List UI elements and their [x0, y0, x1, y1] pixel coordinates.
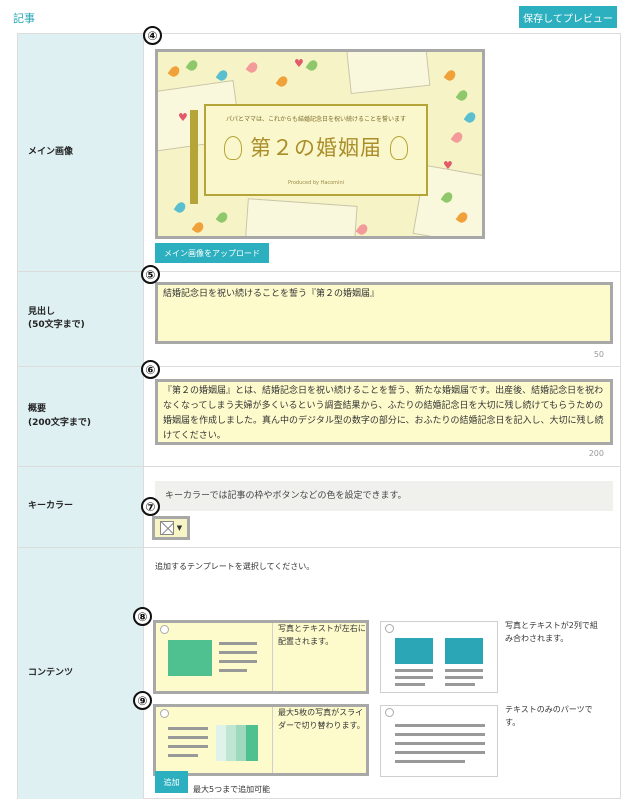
summary-row: 概要 (200文字まで) ⑥ 『第２の婚姻届』とは、結婚記念日を祝い続けることを…: [18, 360, 620, 467]
marker-8: ⑧: [133, 607, 152, 626]
add-content-button[interactable]: 追加: [155, 771, 188, 793]
summary-label: 概要 (200文字まで): [18, 367, 144, 466]
chevron-down-icon: ▼: [176, 524, 183, 532]
leaf-decoration: [245, 60, 260, 75]
slider-frame-icon: [246, 725, 258, 761]
add-limit-note: 最大5つまで追加可能: [193, 785, 271, 794]
photo-placeholder-icon: [445, 638, 483, 664]
template-radio[interactable]: [385, 624, 394, 633]
leaf-decoration: [275, 74, 290, 89]
marker-6: ⑥: [141, 360, 160, 379]
photo-placeholder-icon: [168, 640, 212, 676]
leaf-decoration: [443, 68, 458, 83]
text-line-icon: [219, 669, 247, 672]
summary-char-counter: 200: [588, 449, 604, 458]
text-line-icon: [219, 660, 257, 663]
slider-frame-icon: [236, 725, 246, 761]
leaf-decoration: [215, 210, 230, 225]
text-line-icon: [445, 683, 475, 686]
heart-decoration: ♥: [443, 159, 453, 172]
slider-frame-icon: [216, 725, 226, 761]
text-line-icon: [395, 724, 485, 727]
template-photo-slider[interactable]: 最大5枚の写真がスライダーで切り替わります。: [153, 704, 369, 776]
headline-char-counter: 50: [593, 350, 604, 359]
article-form: メイン画像 ④ ♥ ♥ ♥ パパとママは、これからも結婚記念日を祝い続けることを…: [17, 26, 621, 799]
leaf-decoration: [305, 58, 320, 73]
template-divider: [272, 623, 273, 691]
headline-row: 見出し (50文字まで) ⑤ 結婚記念日を祝い続けることを誓う『第２の婚姻届』 …: [18, 265, 620, 367]
leaf-decoration: [463, 110, 478, 125]
marker-5: ⑤: [141, 265, 160, 284]
text-line-icon: [168, 736, 208, 739]
text-line-icon: [219, 642, 257, 645]
text-line-icon: [395, 751, 485, 754]
key-color-label: キーカラー: [18, 467, 144, 547]
template-description: 写真とテキストが2列で組み合わされます。: [505, 621, 598, 643]
marker-4: ④: [143, 26, 162, 45]
main-image-preview[interactable]: ♥ ♥ ♥ パパとママは、これからも結婚記念日を祝い続けることを誓います 第２の…: [155, 49, 485, 239]
text-line-icon: [395, 742, 485, 745]
image-subtitle: パパとママは、これからも結婚記念日を祝い続けることを誓います: [225, 116, 406, 123]
leaf-decoration: [167, 64, 182, 79]
template-description: 最大5枚の写真がスライダーで切り替わります。: [278, 708, 365, 730]
key-color-row: キーカラー キーカラーでは記事の枠やボタンなどの色を設定できます。 ⑦ ▼: [18, 467, 620, 548]
text-line-icon: [395, 733, 485, 736]
text-line-icon: [395, 676, 433, 679]
template-radio[interactable]: [160, 709, 169, 718]
photo-placeholder-icon: [395, 638, 433, 664]
contents-label: コンテンツ: [18, 548, 144, 799]
text-line-icon: [445, 676, 483, 679]
headline-input[interactable]: 結婚記念日を祝い続けることを誓う『第２の婚姻届』: [155, 282, 613, 344]
template-description: テキストのみのパーツです。: [505, 705, 593, 727]
template-instruction: 追加するテンプレートを選択してください。: [155, 562, 315, 571]
text-line-icon: [395, 683, 425, 686]
text-line-icon: [445, 669, 483, 672]
text-line-icon: [168, 727, 208, 730]
heart-decoration: ♥: [178, 111, 188, 124]
title-card: パパとママは、これからも結婚記念日を祝い続けることを誓います 第２の婚姻届 Pr…: [204, 104, 428, 196]
text-line-icon: [395, 760, 465, 763]
marker-7: ⑦: [141, 497, 160, 516]
leaf-decoration: [450, 130, 465, 145]
contents-row: コンテンツ 追加するテンプレートを選択してください。 ⑧ 写真とテキストが左右に…: [18, 548, 620, 799]
paper-decoration: [345, 52, 431, 95]
save-preview-button[interactable]: 保存してプレビュー: [519, 6, 617, 28]
summary-input[interactable]: 『第２の婚姻届』とは、結婚記念日を祝い続けることを誓う、新たな婚姻届です。出産後…: [155, 379, 613, 445]
template-two-column[interactable]: [380, 621, 498, 693]
key-color-note: キーカラーでは記事の枠やボタンなどの色を設定できます。: [155, 481, 613, 511]
text-line-icon: [168, 745, 208, 748]
template-divider: [272, 707, 273, 773]
leaf-decoration: [455, 88, 470, 103]
marker-9: ⑨: [133, 691, 152, 710]
text-line-icon: [395, 669, 433, 672]
template-description: 写真とテキストが左右に配置されます。: [278, 624, 366, 646]
image-credit: Produced by Hacomini: [287, 180, 345, 186]
upload-main-image-button[interactable]: メイン画像をアップロード: [155, 243, 269, 263]
leaf-decoration: [173, 200, 188, 215]
leaf-decoration: [185, 58, 200, 73]
empty-color-swatch: [159, 521, 174, 535]
main-image-label: メイン画像: [18, 34, 144, 271]
key-color-picker[interactable]: ▼: [152, 516, 190, 540]
paper-decoration: [244, 198, 358, 236]
template-radio[interactable]: [160, 625, 169, 634]
card-accent-bar: [190, 110, 198, 204]
text-line-icon: [219, 651, 257, 654]
template-text-only[interactable]: [380, 705, 498, 777]
heart-decoration: ♥: [294, 57, 304, 70]
section-title: 記事: [13, 12, 35, 25]
template-radio[interactable]: [385, 708, 394, 717]
main-image-row: メイン画像 ④ ♥ ♥ ♥ パパとママは、これからも結婚記念日を祝い続けることを…: [18, 26, 620, 272]
image-title: 第２の婚姻届: [250, 136, 382, 160]
text-line-icon: [168, 754, 198, 757]
leaf-decoration: [355, 222, 370, 236]
headline-label: 見出し (50文字まで): [18, 272, 144, 366]
leaf-decoration: [191, 220, 206, 235]
template-photo-text-side[interactable]: 写真とテキストが左右に配置されます。: [153, 620, 369, 694]
slider-frame-icon: [226, 725, 236, 761]
